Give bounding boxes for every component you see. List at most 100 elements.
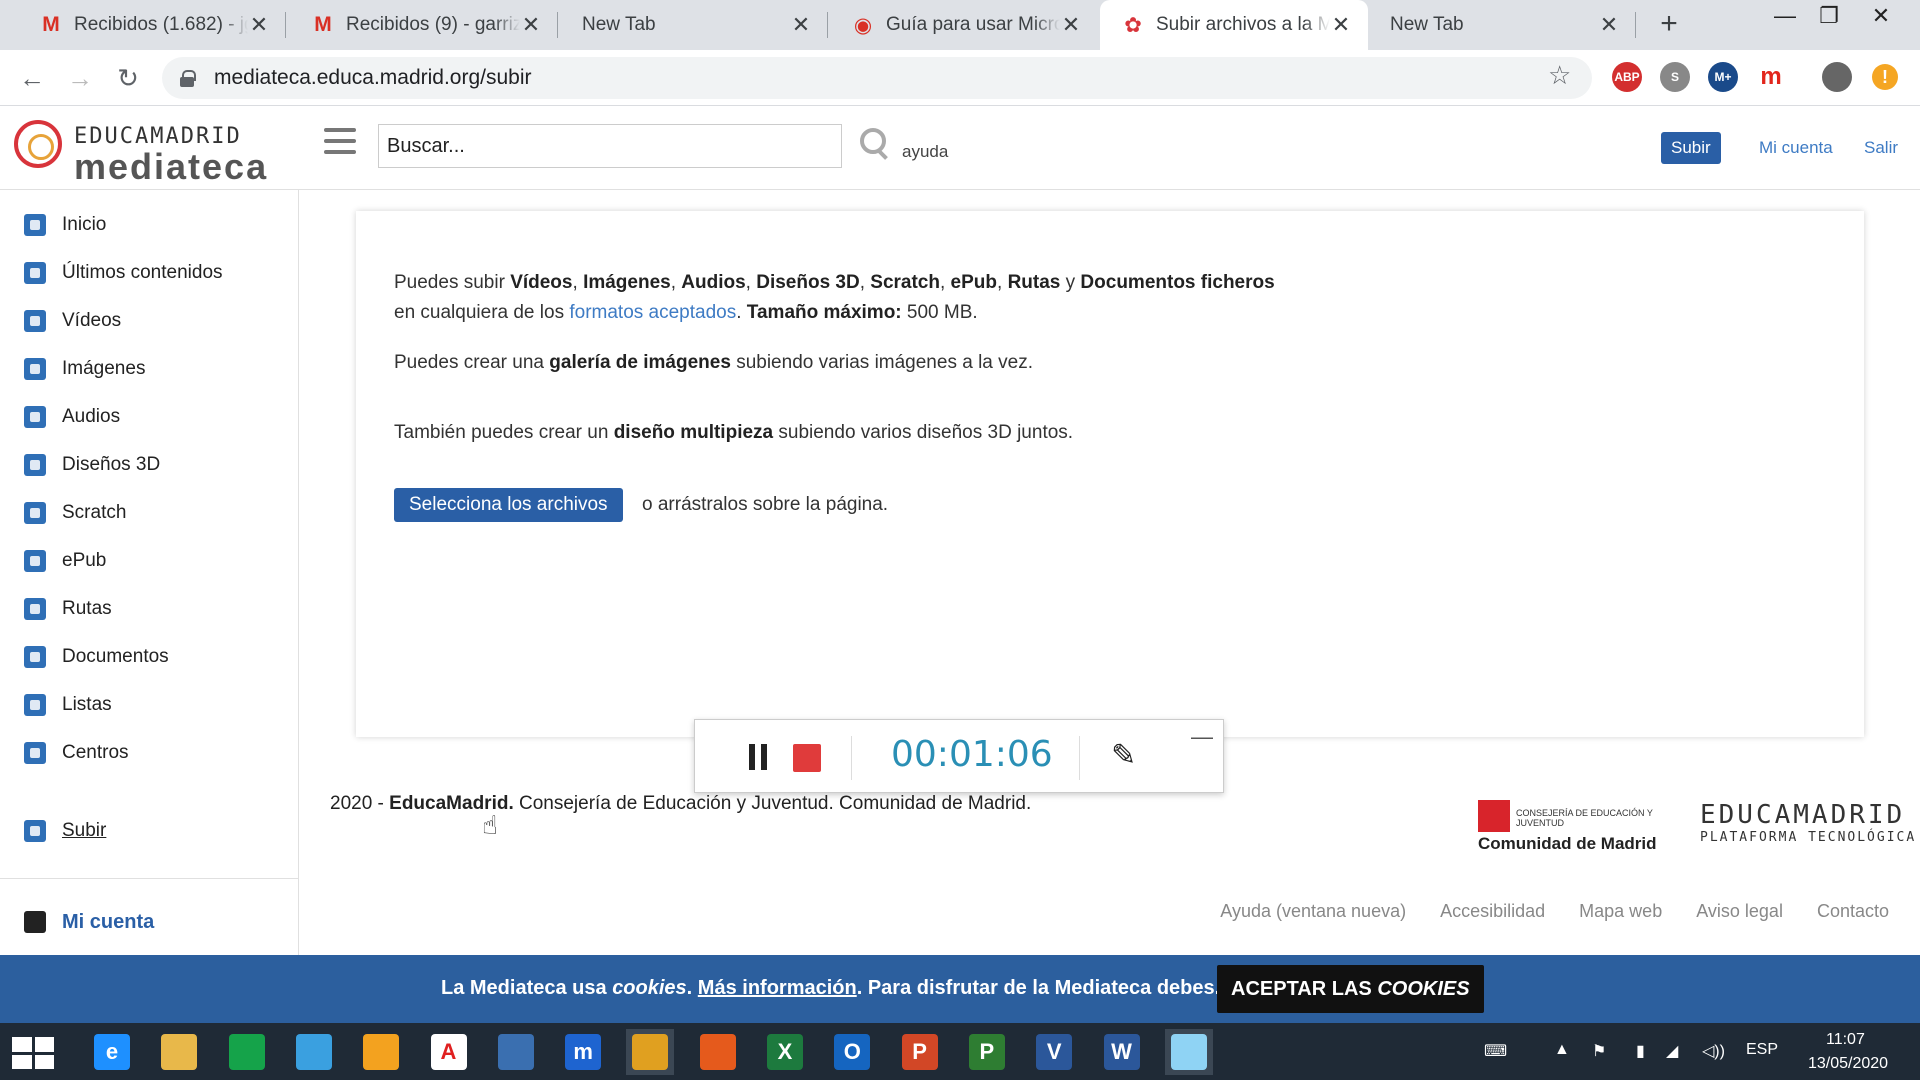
my-account-link[interactable]: Mi cuenta	[1759, 138, 1833, 158]
footer-link[interactable]: Aviso legal	[1696, 901, 1783, 922]
chrome-icon[interactable]	[626, 1029, 675, 1075]
movistar-plus-icon[interactable]: M+	[1708, 62, 1738, 92]
content-type-label: Scratch	[870, 272, 940, 293]
sidebar-divider	[0, 878, 299, 879]
sidebar-item-diseños-3d[interactable]: Diseños 3D	[0, 445, 299, 485]
hamburger-menu-icon[interactable]	[324, 128, 356, 156]
pen-icon[interactable]: ✎	[1111, 738, 1136, 773]
browser-tab[interactable]: New Tab ✕	[560, 0, 828, 50]
tab-close-icon[interactable]: ✕	[1060, 12, 1082, 38]
skype-icon[interactable]: S	[1660, 62, 1690, 92]
more-info-link[interactable]: Más información	[698, 977, 857, 999]
upload-panel[interactable]: Puedes subir Vídeos, Imágenes, Audios, D…	[356, 211, 1864, 737]
outlook-icon[interactable]: O	[828, 1029, 876, 1075]
internet-explorer-icon[interactable]: e	[88, 1029, 136, 1075]
sidebar-item-documentos[interactable]: Documentos	[0, 637, 299, 677]
formats-text: en cualquiera de los formatos aceptados.…	[394, 302, 978, 323]
language-indicator[interactable]: ESP	[1746, 1041, 1778, 1059]
sidebar-item-inicio[interactable]: Inicio	[0, 205, 299, 245]
pause-icon[interactable]	[747, 744, 769, 770]
sidebar-item-upload[interactable]: Subir	[0, 811, 299, 851]
sidebar-item-últimos-contenidos[interactable]: Últimos contenidos	[0, 253, 299, 293]
excel-icon[interactable]: X	[761, 1029, 809, 1075]
sidebar-item-scratch[interactable]: Scratch	[0, 493, 299, 533]
minimize-button[interactable]: —	[1760, 0, 1810, 36]
clock-date[interactable]: 13/05/2020	[1808, 1055, 1888, 1073]
sidebar-item-account[interactable]: Mi cuenta	[0, 902, 299, 942]
volume-icon[interactable]: ◁))	[1702, 1041, 1725, 1061]
office-icon[interactable]	[694, 1029, 742, 1075]
footer-link[interactable]: Ayuda (ventana nueva)	[1220, 901, 1406, 922]
new-tab-button[interactable]: +	[1652, 8, 1686, 42]
screen-recorder-icon[interactable]	[1164, 1029, 1213, 1075]
adobe-icon[interactable]: A	[425, 1029, 473, 1075]
sidebar-item-centros[interactable]: Centros	[0, 733, 299, 773]
browser-toolbar: ← → ↻ mediateca.educa.madrid.org/subir ☆…	[0, 50, 1920, 106]
sidebar-item-rutas[interactable]: Rutas	[0, 589, 299, 629]
back-button[interactable]: ←	[14, 60, 50, 96]
browser-tab[interactable]: M Recibidos (9) - garriz. ✕	[290, 0, 558, 50]
lenovo-icon[interactable]	[492, 1029, 540, 1075]
adblock-plus-icon[interactable]: ABP	[1612, 62, 1642, 92]
sidebar-item-label: Diseños 3D	[62, 454, 161, 475]
bookmark-star-icon[interactable]: ☆	[1548, 60, 1571, 91]
mail-icon[interactable]	[290, 1029, 338, 1075]
search-icon[interactable]	[858, 126, 890, 158]
windows-start-icon[interactable]	[12, 1037, 54, 1069]
flag-tray-icon[interactable]: ⚑	[1592, 1041, 1606, 1061]
logout-link[interactable]: Salir	[1864, 138, 1898, 158]
tray-overflow-icon[interactable]: ▲	[1554, 1041, 1570, 1059]
sidebar-item-audios[interactable]: Audios	[0, 397, 299, 437]
visio-icon[interactable]: V	[1030, 1029, 1078, 1075]
select-files-button[interactable]: Selecciona los archivos	[394, 488, 623, 522]
tab-close-icon[interactable]: ✕	[1330, 12, 1352, 38]
keyboard-icon[interactable]: ⌨	[1484, 1041, 1507, 1061]
file-explorer-icon[interactable]	[155, 1029, 203, 1075]
footer-link[interactable]: Accesibilidad	[1440, 901, 1545, 922]
browser-tab[interactable]: New Tab ✕	[1368, 0, 1636, 50]
sidebar-item-label: Subir	[62, 820, 107, 841]
minimize-recorder-button[interactable]: —	[1191, 724, 1213, 750]
battery-icon[interactable]: ▮	[1636, 1041, 1645, 1061]
restore-button[interactable]: ❐	[1804, 0, 1854, 36]
sidebar-item-listas[interactable]: Listas	[0, 685, 299, 725]
tab-close-icon[interactable]: ✕	[1598, 12, 1620, 38]
stop-icon[interactable]	[793, 744, 821, 772]
address-bar[interactable]: mediateca.educa.madrid.org/subir	[162, 57, 1592, 99]
audible-icon[interactable]	[357, 1029, 405, 1075]
forward-button[interactable]: →	[62, 60, 98, 96]
project-icon[interactable]: P	[963, 1029, 1011, 1075]
network-icon[interactable]: ◢	[1666, 1041, 1678, 1061]
comunidad-de-madrid-logo[interactable]: CONSEJERÍA DE EDUCACIÓN Y JUVENTUD Comun…	[1478, 800, 1678, 856]
educamadrid-platform-logo[interactable]: EDUCAMADRID PLATAFORMA TECNOLÓGICA	[1700, 800, 1914, 856]
tab-close-icon[interactable]: ✕	[520, 12, 542, 38]
reload-button[interactable]: ↻	[110, 60, 146, 96]
browser-tab[interactable]: M Recibidos (1.682) - jgc ✕	[18, 0, 286, 50]
close-window-button[interactable]: ✕	[1856, 0, 1906, 36]
accepted-formats-link[interactable]: formatos aceptados	[569, 302, 736, 323]
upload-button[interactable]: Subir	[1661, 132, 1721, 164]
sidebar-item-epub[interactable]: ePub	[0, 541, 299, 581]
tab-close-icon[interactable]: ✕	[248, 12, 270, 38]
maxthon-icon[interactable]: m	[559, 1029, 607, 1075]
clock-time[interactable]: 11:07	[1826, 1031, 1865, 1049]
help-link[interactable]: ayuda	[902, 142, 948, 162]
word-icon[interactable]: W	[1098, 1029, 1146, 1075]
powerpoint-icon[interactable]: P	[896, 1029, 944, 1075]
tab-close-icon[interactable]: ✕	[790, 12, 812, 38]
footer-link[interactable]: Mapa web	[1579, 901, 1662, 922]
browser-tab[interactable]: ✿ Subir archivos a la Me ✕	[1100, 0, 1368, 50]
educamadrid-mediateca-logo[interactable]: EDUCAMADRID mediateca	[14, 114, 274, 187]
cube-icon	[24, 454, 46, 476]
search-input[interactable]	[378, 124, 842, 168]
sidebar-item-imágenes[interactable]: Imágenes	[0, 349, 299, 389]
profile-avatar[interactable]	[1822, 62, 1852, 92]
accept-cookies-button[interactable]: ACEPTAR LAS COOKIES	[1217, 965, 1484, 1013]
m-extension-icon[interactable]: m	[1756, 62, 1786, 92]
browser-tab[interactable]: ◉ Guía para usar Micros ✕	[830, 0, 1098, 50]
sidebar-item-vídeos[interactable]: Vídeos	[0, 301, 299, 341]
home-icon	[24, 214, 46, 236]
store-icon[interactable]	[223, 1029, 271, 1075]
footer-link[interactable]: Contacto	[1817, 901, 1889, 922]
alert-icon[interactable]: !	[1872, 64, 1898, 90]
